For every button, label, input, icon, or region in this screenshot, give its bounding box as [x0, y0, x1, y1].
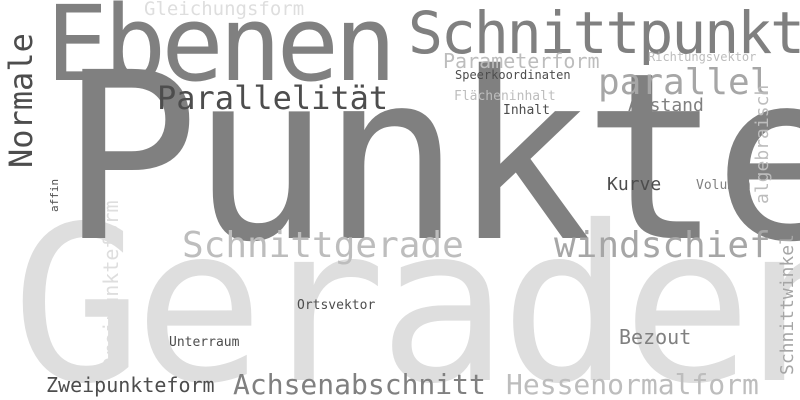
word-zweipunkteform: Zweipunkteform — [46, 373, 215, 397]
word-ortsvektor: Ortsvektor — [297, 298, 376, 313]
word-affin: affin — [48, 178, 61, 212]
word-algebraisch: algebraisch — [752, 84, 773, 204]
word-kurve: Kurve — [607, 174, 662, 195]
word-achsenabschnitt: Achsenabschnitt — [233, 368, 486, 400]
word-parallelitaet: Parallelität — [157, 79, 389, 117]
word-windschief: windschief — [554, 225, 771, 266]
word-flaecheninhalt: Flächeninhalt — [454, 89, 556, 104]
word-volumen: Volumen — [696, 178, 751, 193]
word-dreipunkteform: Dreipunkteform — [99, 200, 123, 369]
word-cloud: Geraden Punkte Ebenen Schnittpunkt Gleic… — [0, 0, 800, 400]
word-inhalt: Inhalt — [503, 103, 550, 118]
word-normale: Normale — [2, 33, 40, 168]
word-schnittgerade: Schnittgerade — [182, 225, 464, 266]
word-schnittwinkel: Schnittwinkel — [777, 234, 798, 375]
word-speerkoordinaten: Speerkoordinaten — [455, 68, 571, 82]
word-bezout: Bezout — [619, 325, 692, 349]
word-gleichungsform: Gleichungsform — [144, 0, 305, 20]
word-hessenormalform: Hessenormalform — [506, 368, 759, 400]
word-abstand: Abstand — [628, 95, 704, 116]
word-unterraum: Unterraum — [169, 335, 240, 350]
